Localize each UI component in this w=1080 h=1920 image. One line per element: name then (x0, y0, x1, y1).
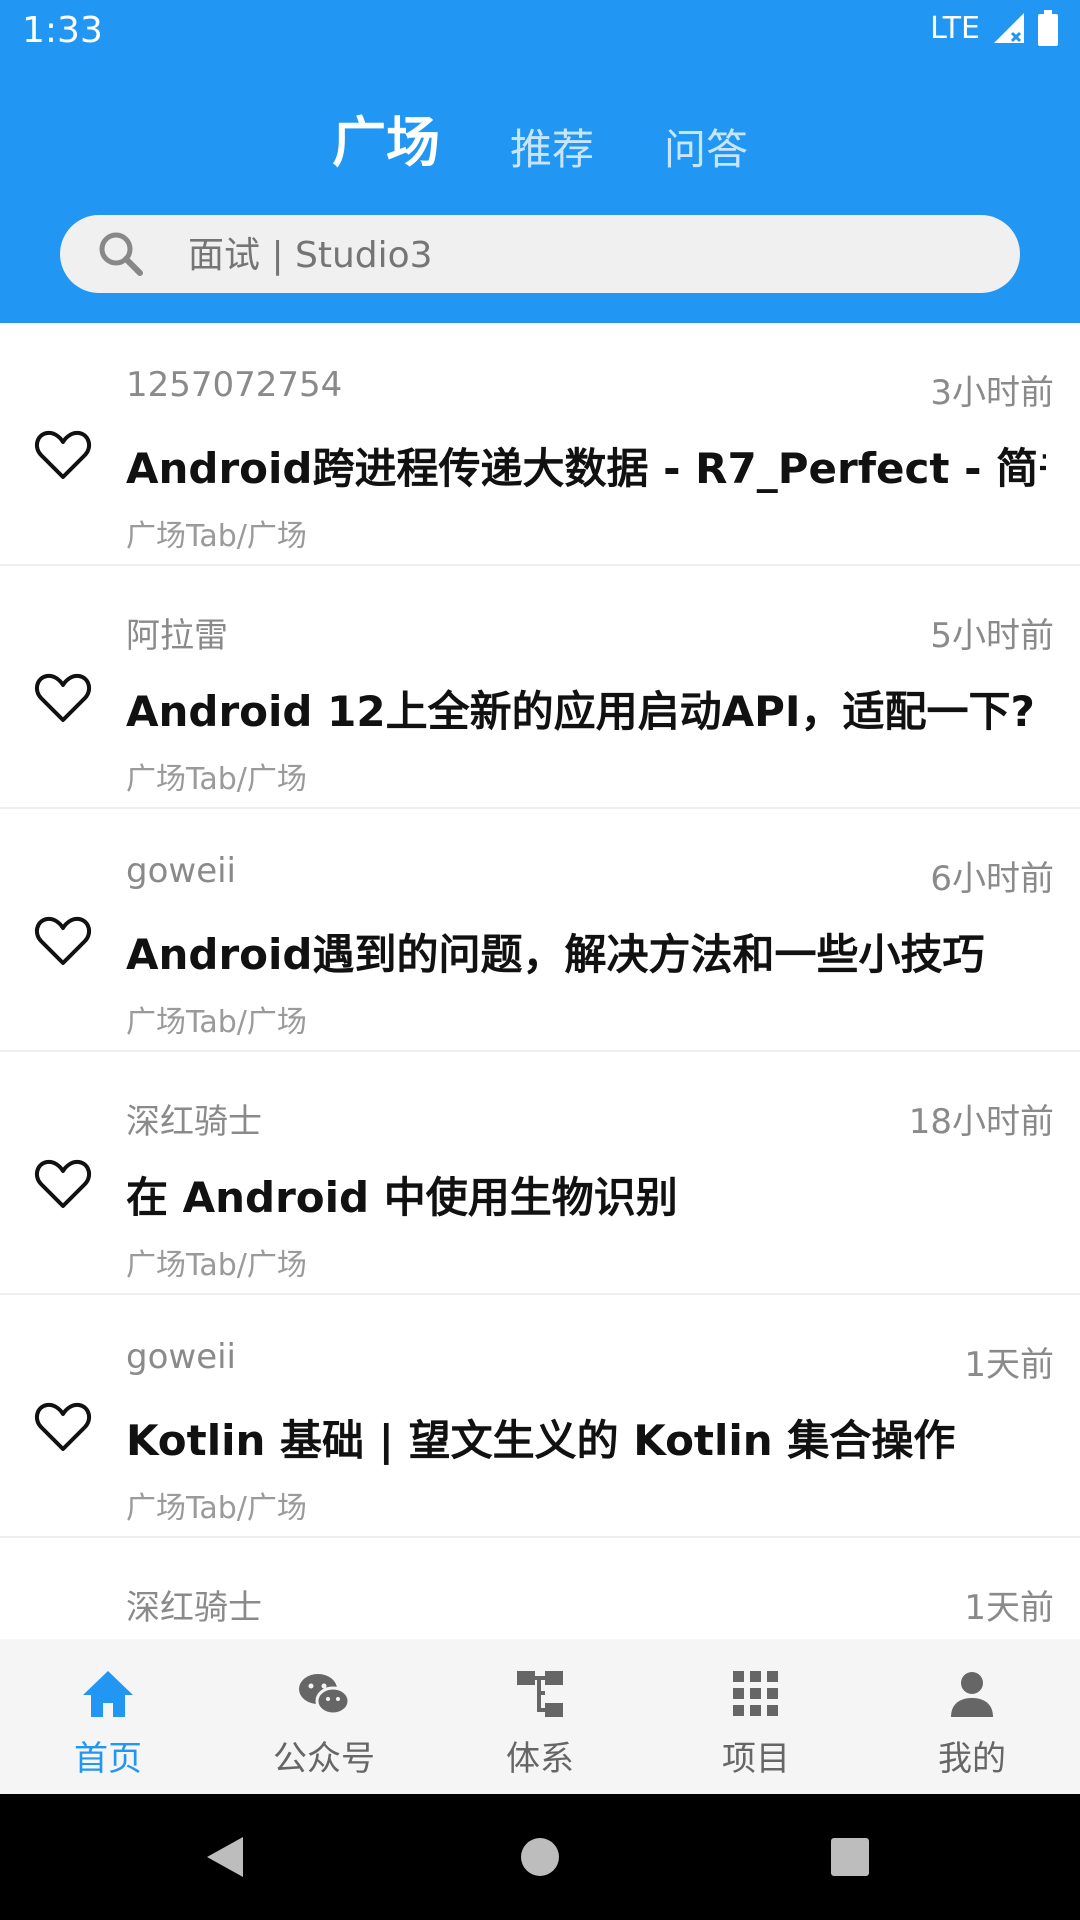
nav-wechat[interactable]: 公众号 (216, 1639, 432, 1794)
article-author: 深红骑士 (126, 1102, 262, 1142)
article-author: 深红骑士 (126, 1588, 262, 1628)
heart-icon[interactable] (34, 915, 92, 967)
hierarchy-icon (517, 1671, 563, 1717)
status-icons: LTE (930, 10, 1058, 46)
article-author: goweii (126, 1337, 237, 1377)
nav-label: 公众号 (273, 1739, 375, 1779)
article-author: 1257072754 (126, 365, 343, 405)
list-item[interactable]: 1257072754 3小时前 Android跨进程传递大数据 - R7_Per… (0, 323, 1080, 566)
signal-icon (994, 13, 1024, 43)
network-type: LTE (930, 10, 980, 46)
article-title[interactable]: Android 12上全新的应用启动API，适配一下? (126, 678, 1046, 739)
article-time: 1天前 (964, 1588, 1054, 1628)
app-header: 1:33 LTE 广场 推荐 问答 (0, 0, 1080, 323)
heart-icon[interactable] (34, 1401, 92, 1453)
heart-icon[interactable] (34, 1158, 92, 1210)
list-item[interactable]: 阿拉雷 5小时前 Android 12上全新的应用启动API，适配一下? 广场T… (0, 566, 1080, 809)
article-title[interactable]: Android跨进程传递大数据 - R7_Perfect - 简书 (126, 435, 1046, 496)
article-category: 广场Tab/广场 (126, 519, 307, 554)
nav-label: 体系 (506, 1739, 574, 1779)
list-item[interactable]: 深红骑士 1天前 (0, 1538, 1080, 1639)
article-time: 5小时前 (930, 616, 1054, 656)
nav-projects[interactable]: 项目 (648, 1639, 864, 1794)
article-category: 广场Tab/广场 (126, 1248, 307, 1283)
heart-icon[interactable] (34, 672, 92, 724)
recents-icon (831, 1838, 869, 1876)
article-category: 广场Tab/广场 (126, 1005, 307, 1040)
wechat-icon (299, 1674, 351, 1716)
nav-label: 项目 (722, 1739, 790, 1779)
nav-label: 我的 (938, 1739, 1006, 1779)
article-author: goweii (126, 851, 237, 891)
search-input[interactable] (186, 215, 990, 295)
article-title[interactable]: Android遇到的问题，解决方法和一些小技巧 (126, 921, 1046, 982)
recents-button[interactable] (770, 1794, 930, 1920)
article-title[interactable]: Kotlin 基础 | 望文生义的 Kotlin 集合操作 (126, 1407, 1046, 1468)
tab-square[interactable]: 广场 (332, 98, 440, 177)
search-bar[interactable] (60, 215, 1020, 295)
list-item[interactable]: goweii 6小时前 Android遇到的问题，解决方法和一些小技巧 广场Ta… (0, 809, 1080, 1052)
article-author: 阿拉雷 (126, 616, 228, 656)
article-time: 6小时前 (930, 859, 1054, 899)
nav-home[interactable]: 首页 (0, 1639, 216, 1794)
search-icon (99, 232, 143, 276)
article-category: 广场Tab/广场 (126, 762, 307, 797)
article-time: 3小时前 (930, 373, 1054, 413)
nav-label: 首页 (74, 1739, 142, 1779)
system-navigation-bar (0, 1794, 1080, 1920)
article-list[interactable]: 1257072754 3小时前 Android跨进程传递大数据 - R7_Per… (0, 323, 1080, 1639)
back-icon (207, 1837, 243, 1877)
tab-recommend[interactable]: 推荐 (510, 116, 594, 177)
tab-qa[interactable]: 问答 (664, 116, 748, 177)
nav-system[interactable]: 体系 (432, 1639, 648, 1794)
battery-icon (1038, 10, 1058, 46)
status-time: 1:33 (22, 10, 103, 51)
list-item[interactable]: 深红骑士 18小时前 在 Android 中使用生物识别 广场Tab/广场 (0, 1052, 1080, 1295)
article-time: 1天前 (964, 1345, 1054, 1385)
article-category: 广场Tab/广场 (126, 1491, 307, 1526)
back-button[interactable] (145, 1794, 305, 1920)
heart-icon[interactable] (34, 429, 92, 481)
bottom-navigation: 首页 公众号 体系 项目 我的 (0, 1639, 1080, 1794)
home-icon (83, 1671, 133, 1717)
list-item[interactable]: goweii 1天前 Kotlin 基础 | 望文生义的 Kotlin 集合操作… (0, 1295, 1080, 1538)
home-button[interactable] (460, 1794, 620, 1920)
grid-icon (733, 1671, 778, 1716)
top-tabs: 广场 推荐 问答 (0, 98, 1080, 177)
article-time: 18小时前 (908, 1102, 1054, 1142)
nav-mine[interactable]: 我的 (864, 1639, 1080, 1794)
home-circle-icon (521, 1838, 559, 1876)
article-title[interactable]: 在 Android 中使用生物识别 (126, 1164, 1046, 1225)
person-icon (951, 1672, 993, 1717)
